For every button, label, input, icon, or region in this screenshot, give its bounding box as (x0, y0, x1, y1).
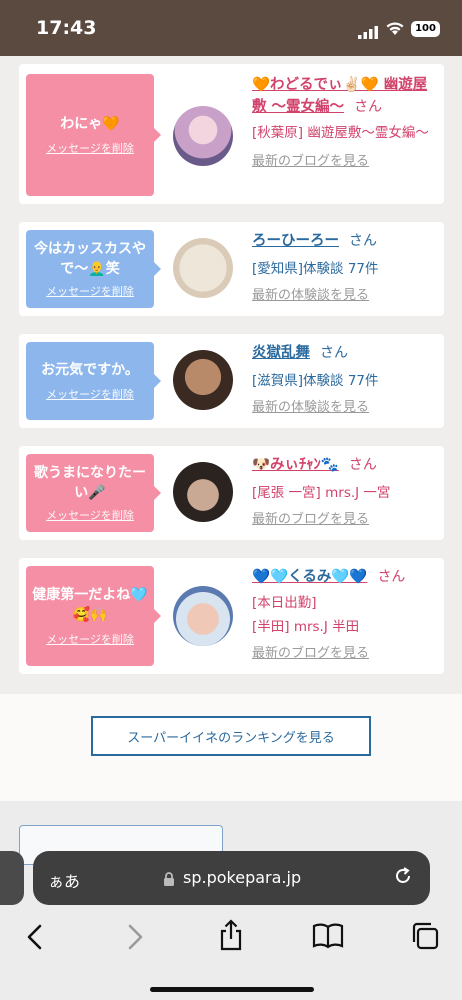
honorific: さん (320, 345, 348, 361)
delete-message-link[interactable]: メッセージを削除 (46, 283, 134, 299)
latest-review-link[interactable]: 最新の体験談を見る (252, 396, 369, 415)
message-text: わにゃ🧡 (60, 116, 120, 132)
user-name[interactable]: 💙🩵くるみ🩵💙 (252, 569, 367, 585)
reload-icon[interactable] (393, 866, 413, 891)
user-info: 炎獄乱舞 さん [滋賀県]体験談 77件 最新の体験談を見る (252, 342, 432, 415)
user-detail-line: [本日出勤] (252, 595, 317, 611)
user-info: ろーひーろー さん [愛知県]体験談 77件 最新の体験談を見る (252, 230, 432, 303)
signal-icon (358, 24, 378, 43)
user-name[interactable]: 炎獄乱舞 (252, 345, 310, 361)
home-indicator (150, 987, 314, 992)
delete-message-link[interactable]: メッセージを削除 (46, 140, 134, 156)
message-bubble: わにゃ🧡 メッセージを削除 (26, 74, 161, 196)
delete-message-link[interactable]: メッセージを削除 (46, 631, 134, 647)
user-detail-line: [愛知県]体験談 77件 (252, 261, 379, 277)
message-bubble: 健康第一だよね🩵🥰🙌 メッセージを削除 (26, 566, 161, 666)
user-name[interactable]: 🧡わどるでぃ✌🏻🧡 幽遊屋敷 〜霊女編〜 (252, 77, 427, 115)
message-card: お元気ですか。 メッセージを削除 炎獄乱舞 さん [滋賀県]体験談 77件 最新の… (19, 334, 444, 428)
message-text: 歌うまになりたーい🎤 (34, 465, 146, 501)
message-bubble: 今はカッスカスやで〜👨‍🦲笑 メッセージを削除 (26, 230, 161, 308)
honorific: さん (348, 457, 377, 473)
message-text: 今はカッスカスやで〜👨‍🦲笑 (34, 241, 146, 277)
user-name-link[interactable]: 🧡わどるでぃ✌🏻🧡 幽遊屋敷 〜霊女編〜 さん (252, 74, 432, 118)
url-text[interactable]: sp.pokepara.jp (183, 868, 301, 887)
honorific: さん (354, 99, 383, 115)
avatar[interactable] (173, 238, 233, 298)
avatar[interactable] (173, 586, 233, 646)
avatar[interactable] (173, 462, 233, 522)
message-text: 健康第一だよね🩵🥰🙌 (32, 587, 148, 623)
browser-toolbar (0, 909, 462, 969)
message-card: 健康第一だよね🩵🥰🙌 メッセージを削除 💙🩵くるみ🩵💙 さん [本日出勤] [半田… (19, 558, 444, 674)
battery-indicator: 100 (411, 21, 440, 37)
wifi-icon (385, 20, 405, 40)
avatar[interactable] (173, 350, 233, 410)
latest-blog-link[interactable]: 最新のブログを見る (252, 150, 369, 169)
latest-review-link[interactable]: 最新の体験談を見る (252, 284, 369, 303)
message-bubble: 歌うまになりたーい🎤 メッセージを削除 (26, 454, 161, 532)
page-settings-button[interactable]: ぁあ (48, 868, 80, 892)
user-info: 💙🩵くるみ🩵💙 さん [本日出勤] [半田] mrs.J 半田 最新のブログを見る (252, 566, 432, 661)
avatar[interactable] (173, 106, 233, 166)
user-info: 🐶みぃﾁｬﾝ🐾 さん [尾張 一宮] mrs.J 一宮 最新のブログを見る (252, 454, 432, 527)
message-card: わにゃ🧡 メッセージを削除 🧡わどるでぃ✌🏻🧡 幽遊屋敷 〜霊女編〜 さん [秋葉… (19, 64, 444, 204)
previous-tab-pill[interactable] (0, 851, 24, 905)
user-name[interactable]: 🐶みぃﾁｬﾝ🐾 (252, 457, 339, 473)
user-name-link[interactable]: 炎獄乱舞 さん (252, 342, 432, 364)
lock-icon (163, 871, 175, 890)
super-iine-ranking-button[interactable]: スーパーイイネのランキングを見る (91, 716, 371, 756)
honorific: さん (377, 569, 406, 585)
content-area: 🐾 🐾 わにゃ🧡 メッセージを削除 🧡わどるでぃ✌🏻🧡 幽遊屋敷 〜霊女編〜さん… (0, 56, 462, 801)
delete-message-link[interactable]: メッセージを削除 (46, 507, 134, 523)
honorific: さん (349, 233, 377, 249)
user-detail-line: [半田] mrs.J 半田 (252, 619, 360, 635)
message-text: お元気ですか。 (41, 362, 139, 378)
address-bar[interactable]: ぁあ sp.pokepara.jp (33, 851, 430, 905)
status-bar: 17:43 100 (0, 0, 462, 56)
message-card: 歌うまになりたーい🎤 メッセージを削除 🐶みぃﾁｬﾝ🐾 さん [尾張 一宮] mr… (19, 446, 444, 540)
tabs-icon[interactable] (410, 921, 440, 955)
bookmarks-icon[interactable] (312, 921, 344, 953)
browser-chrome: ぁあ sp.pokepara.jp (0, 801, 462, 1000)
latest-blog-link[interactable]: 最新のブログを見る (252, 508, 369, 527)
latest-blog-link[interactable]: 最新のブログを見る (252, 642, 369, 661)
back-icon[interactable] (24, 923, 46, 955)
user-name-link[interactable]: 🐶みぃﾁｬﾝ🐾 さん (252, 454, 432, 476)
share-icon[interactable] (216, 919, 246, 955)
message-card: 今はカッスカスやで〜👨‍🦲笑 メッセージを削除 ろーひーろー さん [愛知県]体験… (19, 222, 444, 316)
user-name-link[interactable]: 💙🩵くるみ🩵💙 さん (252, 566, 432, 588)
status-time: 17:43 (36, 17, 97, 39)
forward-icon[interactable] (124, 923, 146, 955)
user-detail-line: [尾張 一宮] mrs.J 一宮 (252, 485, 391, 501)
user-info: 🧡わどるでぃ✌🏻🧡 幽遊屋敷 〜霊女編〜 さん [秋葉原] 幽遊屋敷〜霊女編〜 最… (252, 74, 432, 169)
user-name[interactable]: ろーひーろー (252, 233, 339, 249)
user-name-link[interactable]: ろーひーろー さん (252, 230, 432, 252)
delete-message-link[interactable]: メッセージを削除 (46, 386, 134, 402)
user-detail-line: [秋葉原] 幽遊屋敷〜霊女編〜 (252, 125, 429, 141)
message-bubble: お元気ですか。 メッセージを削除 (26, 342, 161, 420)
user-detail-line: [滋賀県]体験談 77件 (252, 373, 379, 389)
